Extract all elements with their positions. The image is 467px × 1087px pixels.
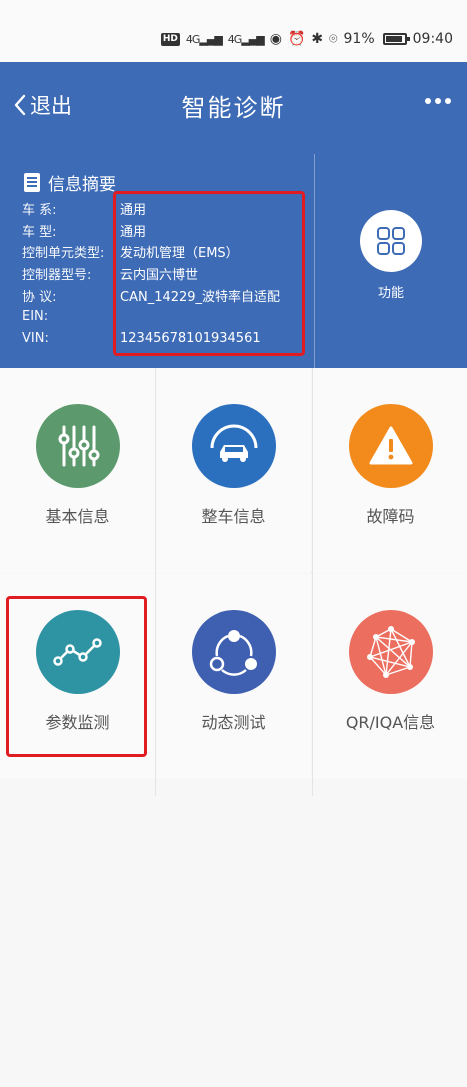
more-dot (425, 98, 431, 104)
warning-icon-circle (348, 404, 433, 488)
info-key: VIN: (22, 330, 49, 346)
info-key: 控制器型号: (22, 268, 92, 284)
signal-label-2: 4G (227, 32, 242, 46)
equalizer-icon (35, 404, 120, 488)
signal-icon-2: 4G▂▄▆ (227, 32, 265, 46)
hd-indicator: HD (160, 32, 180, 46)
sliders-icon (58, 425, 99, 467)
info-summary-title: 信息摘要 (48, 175, 116, 195)
battery-percent: 91% (343, 31, 375, 47)
tile-label: 基本信息 (45, 507, 110, 526)
status-bar: HD 4G▂▄▆ 4G▂▄▆ ◉ ⏰ ✱ ⌾ 91% 09:40 (0, 0, 467, 62)
app-screen: HD 4G▂▄▆ 4G▂▄▆ ◉ ⏰ ✱ ⌾ 91% 09:40 退出 智能诊断 (0, 0, 467, 1087)
info-key: 车 型: (22, 224, 57, 240)
signal-icon: 4G▂▄▆ (185, 32, 223, 46)
more-menu-icon[interactable] (425, 98, 451, 104)
function-label: 功能 (377, 286, 404, 301)
clock: 09:40 (412, 31, 453, 47)
more-dot (435, 98, 441, 104)
battery-fill (385, 36, 402, 42)
highlight-box (113, 191, 305, 356)
network-icon-circle (348, 610, 433, 694)
bluetooth-icon: ✱ (311, 31, 324, 47)
network-mesh-icon (366, 626, 415, 678)
share-nodes-icon (209, 630, 257, 676)
tile-fault-codes[interactable]: 故障码 (313, 368, 467, 573)
info-key: 协 议: (22, 289, 57, 305)
tile-label: 故障码 (366, 507, 415, 526)
car-icon-circle (191, 404, 276, 488)
alarm-icon: ⏰ (287, 31, 306, 47)
info-key: 控制单元类型: (22, 246, 105, 262)
panel-divider (314, 154, 315, 368)
info-key: 车 系: (22, 203, 57, 219)
info-key: EIN: (22, 309, 49, 325)
app-header: 退出 智能诊断 (0, 62, 467, 154)
tile-label: 动态测试 (201, 713, 266, 732)
info-summary-heading: 信息摘要 (24, 170, 116, 195)
share-nodes-icon-circle (191, 610, 276, 694)
document-icon (24, 173, 40, 192)
tile-label: QR/IQA信息 (345, 713, 436, 732)
grid-apps-icon (377, 227, 405, 255)
tile-qr-iqa-info[interactable]: QR/IQA信息 (313, 574, 467, 779)
tile-label: 整车信息 (201, 507, 266, 526)
tile-basic-info[interactable]: 基本信息 (0, 368, 155, 573)
tile-vehicle-info[interactable]: 整车信息 (156, 368, 311, 573)
battery-icon (382, 33, 410, 45)
highlight-box (6, 596, 147, 757)
car-icon (210, 424, 257, 462)
location-icon: ⌾ (329, 31, 338, 47)
signal-label-1: 4G (185, 32, 200, 46)
function-icon-circle (360, 210, 422, 272)
page-title: 智能诊断 (181, 94, 286, 122)
eye-icon: ◉ (269, 31, 282, 47)
function-button[interactable]: 功能 (358, 210, 424, 301)
more-dot (445, 98, 451, 104)
tile-dynamic-test[interactable]: 动态测试 (156, 574, 311, 779)
warning-icon (369, 426, 412, 465)
